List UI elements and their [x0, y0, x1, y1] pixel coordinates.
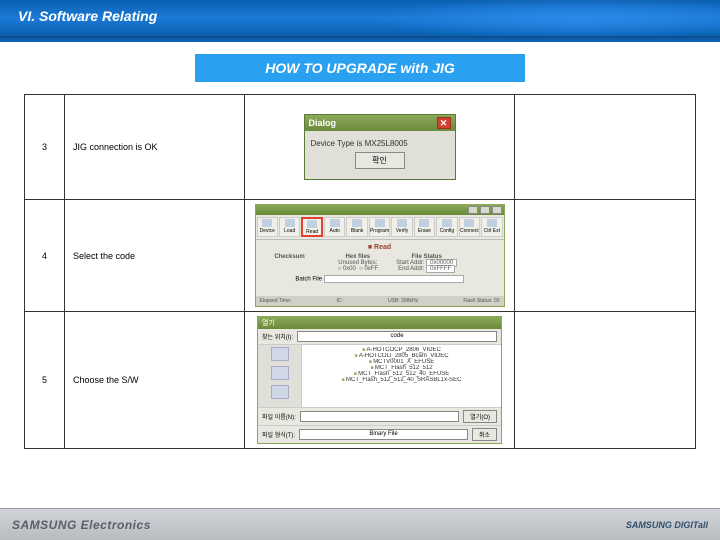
table-row: 3 JIG connection is OK Dialog ✕ Device T…	[25, 95, 696, 200]
dialog-title: Dialog	[309, 118, 337, 128]
slide-content: HOW TO UPGRADE with JIG 3 JIG connection…	[0, 42, 720, 492]
step-desc: JIG connection is OK	[65, 95, 245, 200]
end-label: End Addr:	[398, 266, 424, 272]
tb-device[interactable]: Device	[257, 217, 278, 237]
step-note	[515, 312, 696, 449]
stat-ic: IC:	[336, 298, 342, 304]
stat-elapsed: Elapsed Time:	[260, 298, 292, 304]
step-number: 3	[25, 95, 65, 200]
checksum-label: Checksum	[274, 254, 304, 260]
file-dialog-bottom: 파일 이름(N): 열기(O)	[258, 407, 501, 425]
end-value: 0xFFFF	[426, 265, 455, 273]
slide-header: VI. Software Relating	[0, 0, 720, 36]
slide-footer: SAMSUNG Electronics SAMSUNG DIGITall	[0, 508, 720, 540]
batch-label: Batch File	[295, 277, 322, 283]
step-number: 4	[25, 200, 65, 312]
dialog-message: Device Type is MX25L8005	[311, 139, 449, 148]
dialog-body: Device Type is MX25L8005 확인	[305, 131, 455, 179]
filename-label: 파일 이름(N):	[262, 412, 296, 421]
maximize-icon[interactable]	[480, 206, 490, 214]
tb-program[interactable]: Program	[369, 217, 390, 237]
opt-0xff[interactable]: 0xFF	[364, 266, 378, 272]
minimize-icon[interactable]	[468, 206, 478, 214]
file-dialog-title: 열기	[258, 317, 501, 329]
sidebar-recent-icon[interactable]	[260, 347, 299, 361]
tb-auto[interactable]: Auto	[324, 217, 345, 237]
sidebar-docs-icon[interactable]	[260, 385, 299, 399]
file-dialog: 열기 찾는 위치(I): code A-HOTCOCP_2806_VIDEC	[257, 316, 502, 444]
loc-label: 찾는 위치(I):	[262, 332, 293, 341]
file-list: A-HOTCOCP_2806_VIDEC A-HOTCOLI_2805_Bcam…	[302, 345, 501, 407]
tb-blank[interactable]: Blank	[346, 217, 367, 237]
batch-field[interactable]	[324, 275, 464, 283]
tb-config[interactable]: Config	[436, 217, 457, 237]
file-dialog-bottom2: 파일 형식(T): Binary File 취소	[258, 425, 501, 443]
table-row: 4 Select the code Device Load Read Auto …	[25, 200, 696, 312]
read-tab-label: Read	[374, 244, 391, 251]
footer-left: SAMSUNG Electronics	[12, 518, 151, 532]
read-panel: ■ Read Checksum Hex files Unused Bytes: …	[256, 240, 504, 296]
filename-field[interactable]	[300, 411, 460, 422]
tb-verify[interactable]: Verify	[391, 217, 412, 237]
step-note	[515, 200, 696, 312]
app-titlebar	[256, 205, 504, 215]
toolbar: Device Load Read Auto Blank Program Veri…	[256, 215, 504, 240]
steps-table: 3 JIG connection is OK Dialog ✕ Device T…	[24, 94, 696, 449]
tb-erase[interactable]: Erase	[414, 217, 435, 237]
close-icon[interactable]	[492, 206, 502, 214]
app-window: Device Load Read Auto Blank Program Veri…	[255, 204, 505, 307]
ok-button[interactable]: 확인	[355, 152, 405, 169]
list-item[interactable]: MCT_Flash_512_512_40_SRASBL1x-SEC	[304, 377, 499, 383]
stat-flash: Flash Status: 00	[463, 298, 499, 304]
tb-connect[interactable]: Connect	[459, 217, 480, 237]
step-image: 열기 찾는 위치(I): code A-HOTCOCP_2806_VIDEC	[245, 312, 515, 449]
step-note	[515, 95, 696, 200]
statusbar: Elapsed Time: IC: USB: 398kHz Flash Stat…	[256, 296, 504, 306]
filetype-label: 파일 형식(T):	[262, 430, 295, 439]
file-dialog-sidebar	[258, 345, 302, 407]
close-icon[interactable]: ✕	[437, 117, 451, 129]
tb-read[interactable]: Read	[301, 217, 323, 237]
sidebar-desktop-icon[interactable]	[260, 366, 299, 380]
footer-right: SAMSUNG DIGITall	[626, 520, 708, 530]
tb-load[interactable]: Load	[279, 217, 300, 237]
dialog-window: Dialog ✕ Device Type is MX25L8005 확인	[304, 114, 456, 180]
opt-0x00[interactable]: 0x00	[343, 266, 356, 272]
header-decoration	[200, 0, 720, 36]
step-image: Device Load Read Auto Blank Program Veri…	[245, 200, 515, 312]
open-button[interactable]: 열기(O)	[463, 410, 497, 423]
step-image: Dialog ✕ Device Type is MX25L8005 확인	[245, 95, 515, 200]
filetype-select[interactable]: Binary File	[299, 429, 468, 440]
dialog-titlebar: Dialog ✕	[305, 115, 455, 131]
cancel-button[interactable]: 취소	[472, 428, 497, 441]
section-ribbon: HOW TO UPGRADE with JIG	[195, 54, 525, 82]
step-desc: Select the code	[65, 200, 245, 312]
step-desc: Choose the S/W	[65, 312, 245, 449]
table-row: 5 Choose the S/W 열기 찾는 위치(I): code	[25, 312, 696, 449]
tb-ctrlext[interactable]: Ctrl Ext	[481, 217, 502, 237]
loc-select[interactable]: code	[297, 331, 497, 342]
step-number: 5	[25, 312, 65, 449]
file-dialog-locbar: 찾는 위치(I): code	[258, 329, 501, 345]
file-dialog-body: A-HOTCOCP_2806_VIDEC A-HOTCOLI_2805_Bcam…	[258, 345, 501, 407]
stat-usb: USB: 398kHz	[388, 298, 418, 304]
